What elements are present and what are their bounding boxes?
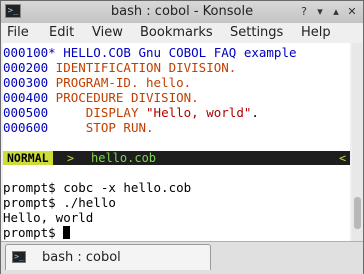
scrollbar[interactable] <box>352 43 363 241</box>
menu-file[interactable]: File <box>7 25 29 40</box>
scrollbar-thumb[interactable] <box>354 197 361 229</box>
code-string: "Hello, world" <box>146 105 252 120</box>
close-button[interactable]: ✕ <box>345 5 359 19</box>
menu-help[interactable]: Help <box>301 25 331 40</box>
code-text: STOP RUN. <box>48 120 154 135</box>
status-separator: > <box>67 151 74 165</box>
menu-bar: File Edit View Bookmarks Settings Help <box>1 23 363 43</box>
shell-prompt: prompt$ <box>3 225 64 240</box>
editor-line: 000500 DISPLAY "Hello, world". <box>3 105 259 120</box>
status-filename: hello.cob <box>91 151 157 165</box>
title-bar[interactable]: >_ bash : cobol - Konsole ? ▾ ▴ ✕ <box>1 1 363 23</box>
terminal-icon: >_ <box>12 251 26 263</box>
help-button[interactable]: ? <box>297 5 311 19</box>
tab-label: bash : cobol <box>42 250 121 265</box>
line-number: 000500 <box>3 105 49 120</box>
konsole-window: >_ bash : cobol - Konsole ? ▾ ▴ ✕ File E… <box>0 0 364 274</box>
terminal-area[interactable]: 000100* HELLO.COB Gnu COBOL FAQ example … <box>3 43 350 241</box>
line-number: 000200 <box>3 60 49 75</box>
mode-indicator: NORMAL <box>3 151 53 165</box>
editor-line: 000400 PROCEDURE DIVISION. <box>3 90 199 105</box>
shell-line: prompt$ cobc -x hello.cob <box>3 180 192 195</box>
maximize-button[interactable]: ▴ <box>329 5 343 19</box>
line-number: 000400 <box>3 90 49 105</box>
editor-line: 000200 IDENTIFICATION DIVISION. <box>3 60 236 75</box>
menu-edit[interactable]: Edit <box>49 25 74 40</box>
editor-line: 000100* HELLO.COB Gnu COBOL FAQ example <box>3 45 297 60</box>
tab-bar: >_ bash : cobol <box>1 241 363 274</box>
line-number: 000600 <box>3 120 49 135</box>
status-right-separator: < <box>339 151 346 165</box>
shell-output: Hello, world <box>3 210 94 225</box>
menu-bookmarks[interactable]: Bookmarks <box>140 25 213 40</box>
shell-prompt-line: prompt$ <box>3 225 71 240</box>
editor-line: 000600 STOP RUN. <box>3 120 154 135</box>
shell-line: prompt$ ./hello <box>3 195 116 210</box>
editor-line: 000300 PROGRAM-ID. hello. <box>3 75 191 90</box>
code-text: PROGRAM-ID. hello. <box>48 75 192 90</box>
minimize-button[interactable]: ▾ <box>313 5 327 19</box>
line-number: 000100 <box>3 45 49 60</box>
code-keyword: DISPLAY <box>85 105 147 120</box>
code-text: IDENTIFICATION DIVISION. <box>48 60 237 75</box>
menu-settings[interactable]: Settings <box>230 25 283 40</box>
menu-view[interactable]: View <box>92 25 123 40</box>
code-text: PROCEDURE DIVISION. <box>48 90 199 105</box>
code-comment: * HELLO.COB Gnu COBOL FAQ example <box>48 45 297 60</box>
line-number: 000300 <box>3 75 49 90</box>
code-text: . <box>251 105 259 120</box>
vim-statusline: NORMAL > hello.cob < <box>3 151 350 165</box>
tab-bash-cobol[interactable]: >_ bash : cobol <box>5 244 211 270</box>
text-cursor <box>63 226 71 239</box>
